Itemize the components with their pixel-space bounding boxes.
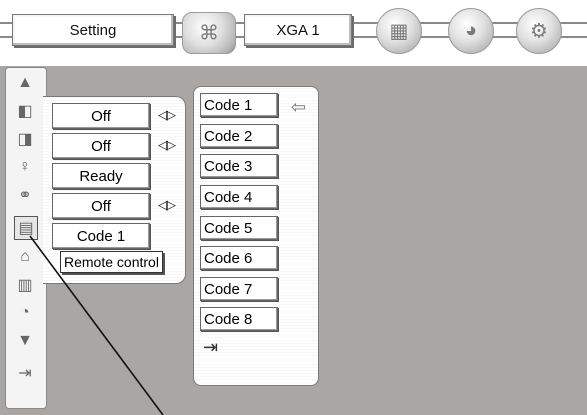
projector-menu-screen: Setting ⌘ XGA 1 ▦ ◕ ⚙ ▲ ◧ ◨ ♀ ⚭ ▤ ⌂ ▥ ◔ … — [0, 0, 587, 415]
callout-pointer-line — [29, 235, 164, 415]
